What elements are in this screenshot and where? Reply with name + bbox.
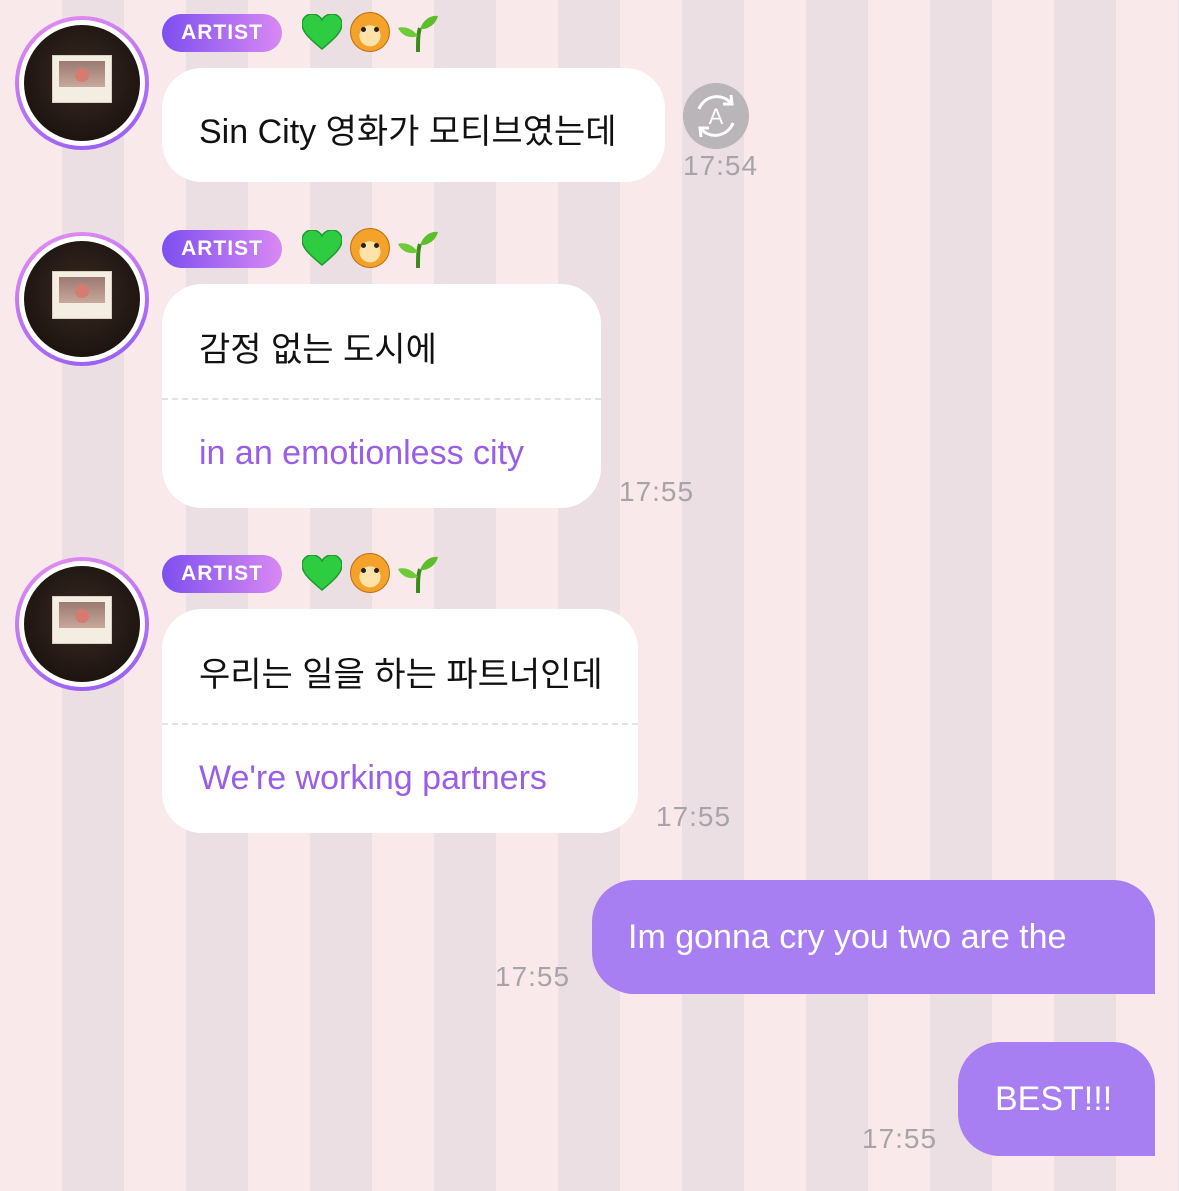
translation-divider [162,723,638,725]
tiger-face-icon [350,228,390,268]
seedling-icon [398,231,438,268]
green-heart-icon [302,230,342,266]
tiger-face-icon [350,553,390,593]
artist-avatar[interactable] [15,232,149,366]
emoji-row [302,12,438,52]
seedling-icon [398,556,438,593]
message-time: 17:55 [619,476,695,507]
emoji-row [302,228,438,268]
translation-divider [162,398,601,400]
tiger-face-icon [350,12,390,52]
artist-badge: ARTIST [162,14,282,52]
message-text: Sin City 영화가 모티브였는데 [199,113,617,151]
message-text: 우리는 일을 하는 파트너인데 [199,656,603,694]
translation-text: We're working partners [199,759,547,797]
message-time: 17:55 [862,1123,938,1154]
emoji-row [302,553,438,593]
sent-message-bubble[interactable]: BEST!!! [958,1042,1155,1156]
translate-button[interactable]: A [683,83,749,149]
message-text: Im gonna cry you two are the [628,918,1067,956]
green-heart-icon [302,14,342,50]
message-time: 17:55 [495,961,571,992]
message-time: 17:54 [683,150,759,181]
artist-avatar[interactable] [15,16,149,150]
artist-badge: ARTIST [162,555,282,593]
seedling-icon [398,15,438,52]
message-text: 감정 없는 도시에 [199,331,437,369]
artist-avatar[interactable] [15,557,149,691]
sent-message-bubble[interactable]: Im gonna cry you two are the [592,880,1155,994]
message-time: 17:55 [656,801,732,832]
message-bubble[interactable]: Sin City 영화가 모티브였는데 [162,68,665,182]
green-heart-icon [302,555,342,591]
translate-icon: A [697,94,735,138]
message-text: BEST!!! [995,1080,1113,1118]
message-bubble[interactable]: 우리는 일을 하는 파트너인데 We're working partners [162,609,638,833]
translation-text: in an emotionless city [199,434,525,472]
message-bubble[interactable]: 감정 없는 도시에 in an emotionless city [162,284,601,508]
svg-text:A: A [709,104,724,129]
artist-badge: ARTIST [162,230,282,268]
